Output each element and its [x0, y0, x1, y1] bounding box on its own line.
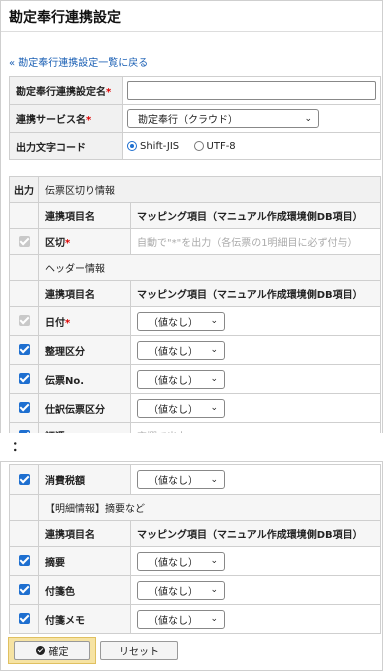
chevron-down-icon: ⌄	[210, 374, 218, 384]
shohyo-label: 証憑	[38, 422, 131, 433]
chevron-down-icon: ⌄	[210, 403, 218, 413]
item-name-column-header: 連携項目名	[38, 280, 131, 307]
fusen-color-mapping-select[interactable]: （値なし） ⌄	[137, 580, 225, 600]
tekiyo-mapping-select[interactable]: （値なし） ⌄	[137, 551, 225, 571]
fusen-color-output-checkbox[interactable]	[18, 584, 30, 596]
output-column-header: 出力	[9, 176, 39, 203]
shiwake-kubun-mapping-select[interactable]: （値なし） ⌄	[137, 398, 225, 418]
denpyo-no-mapping-select[interactable]: （値なし） ⌄	[137, 369, 225, 389]
encoding-label: 出力文字コード	[9, 132, 123, 160]
fusen-memo-output-checkbox[interactable]	[18, 613, 30, 625]
setting-name-label: 勘定奉行連携設定名*	[9, 76, 123, 105]
basic-settings-table: 勘定奉行連携設定名* 連携サービス名* 勘定奉行（クラウド） ⌄ 出力文字コード…	[9, 76, 381, 160]
kugiri-label: 区切*	[38, 228, 131, 255]
confirm-button-highlight: 確定	[8, 637, 96, 664]
date-label: 日付*	[38, 306, 131, 336]
mapping-table: 出力 伝票区切り情報 連携項目名 マッピング項目（マニュアル作成環境側DB項目）…	[9, 176, 381, 433]
mapping-table-continued: 消費税額 （値なし） ⌄ 【明細情報】摘要など 連携項目名 マッピング項目（マニュ…	[9, 464, 381, 634]
radio-selected-icon	[127, 140, 137, 151]
voucher-section-heading: 伝票区切り情報	[38, 176, 381, 203]
shiwake-kubun-label: 仕訳伝票区分	[38, 393, 131, 423]
confirm-button[interactable]: 確定	[14, 641, 90, 660]
radio-unselected-icon	[193, 140, 204, 151]
service-select-value: 勘定奉行（クラウド）	[138, 115, 238, 126]
encoding-radio-utf8[interactable]: UTF-8	[193, 140, 236, 152]
chevron-down-icon: ⌄	[210, 585, 218, 595]
omission-mark: ：	[12, 440, 26, 455]
chevron-down-icon: ⌄	[210, 316, 218, 326]
tekiyo-output-checkbox[interactable]	[18, 555, 30, 567]
tax-label: 消費税額	[38, 464, 131, 495]
page-title: 勘定奉行連携設定	[9, 10, 121, 26]
item-name-column-header: 連携項目名	[38, 202, 131, 229]
shohyo-output-checkbox[interactable]	[18, 429, 30, 433]
chevron-down-icon: ⌄	[304, 113, 312, 124]
tekiyo-label: 摘要	[38, 546, 131, 576]
fusen-memo-mapping-select[interactable]: （値なし） ⌄	[137, 609, 225, 629]
mapping-column-header: マッピング項目（マニュアル作成環境側DB項目）	[130, 202, 381, 229]
service-name-label: 連携サービス名*	[9, 104, 123, 133]
mapping-column-header: マッピング項目（マニュアル作成環境側DB項目）	[130, 280, 381, 307]
kugiri-value: 自動で"*"を出力（各伝票の1明細目に必ず付与）	[130, 228, 381, 255]
settings-panel: 勘定奉行連携設定 « 勘定奉行連携設定一覧に戻る 勘定奉行連携設定名* 連携サー…	[0, 0, 383, 433]
denpyo-no-output-checkbox[interactable]	[18, 373, 30, 385]
denpyo-no-label: 伝票No.	[38, 364, 131, 394]
detail-section-heading: 【明細情報】摘要など	[38, 494, 381, 521]
chevron-down-icon: ⌄	[210, 556, 218, 566]
header-section-heading: ヘッダー情報	[38, 254, 381, 281]
fusen-memo-label: 付箋メモ	[38, 604, 131, 634]
fusen-color-label: 付箋色	[38, 575, 131, 605]
seiri-kubun-output-checkbox[interactable]	[18, 344, 30, 356]
chevron-down-icon: ⌄	[210, 345, 218, 355]
kugiri-output-checkbox	[18, 235, 30, 247]
seiri-kubun-mapping-select[interactable]: （値なし） ⌄	[137, 340, 225, 360]
title-divider	[1, 31, 382, 32]
item-name-column-header: 連携項目名	[38, 520, 131, 547]
tax-mapping-select[interactable]: （値なし） ⌄	[137, 470, 225, 489]
tax-output-checkbox[interactable]	[18, 473, 30, 485]
setting-name-input[interactable]	[127, 81, 376, 100]
chevron-down-icon: ⌄	[210, 474, 218, 485]
encoding-radio-shiftjis[interactable]: Shift-JIS	[127, 140, 179, 152]
date-output-checkbox	[18, 315, 30, 327]
mapping-column-header: マッピング項目（マニュアル作成環境側DB項目）	[130, 520, 381, 547]
shohyo-value: 空欄で出力	[130, 422, 381, 433]
back-to-list-link[interactable]: « 勘定奉行連携設定一覧に戻る	[9, 54, 148, 69]
date-mapping-select[interactable]: （値なし） ⌄	[137, 311, 225, 331]
seiri-kubun-label: 整理区分	[38, 335, 131, 365]
chevron-down-icon: ⌄	[210, 614, 218, 624]
reset-button[interactable]: リセット	[100, 641, 178, 660]
shiwake-kubun-output-checkbox[interactable]	[18, 402, 30, 414]
service-select[interactable]: 勘定奉行（クラウド） ⌄	[127, 109, 319, 128]
check-circle-icon	[35, 646, 45, 655]
